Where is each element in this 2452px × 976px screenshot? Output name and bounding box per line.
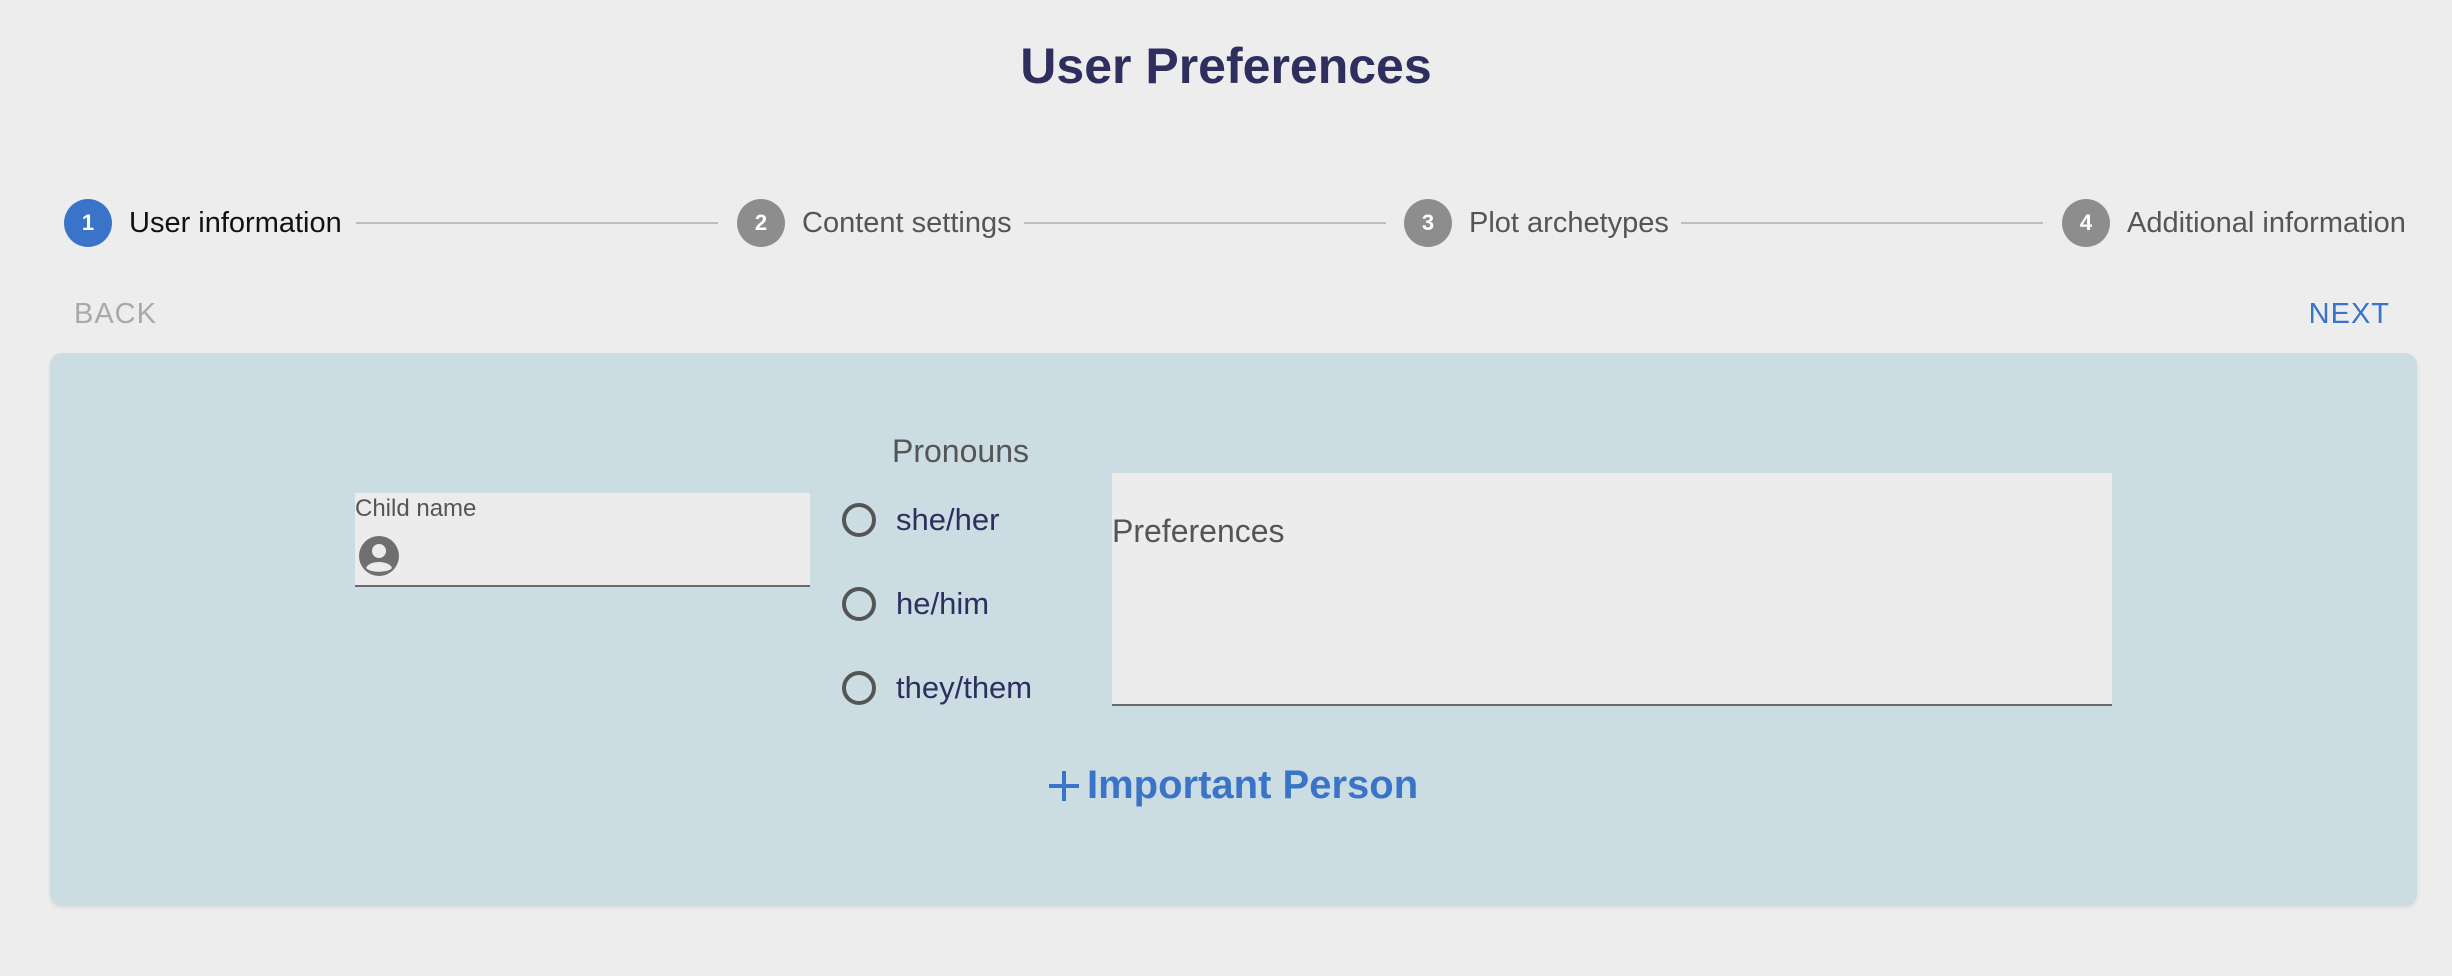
user-preferences-page: User Preferences 1 User information 2 Co…: [0, 0, 2452, 976]
step-number-badge: 2: [737, 199, 785, 247]
step-number-badge: 3: [1404, 199, 1452, 247]
pronoun-option-he-him[interactable]: he/him: [842, 579, 989, 629]
pronoun-option-they-them[interactable]: they/them: [842, 663, 1032, 713]
pronouns-label: Pronouns: [892, 433, 1029, 469]
step-connector: [1024, 222, 1386, 224]
page-title: User Preferences: [1020, 38, 1432, 94]
next-button[interactable]: NEXT: [2299, 292, 2400, 337]
account-circle-icon: [358, 535, 400, 577]
add-important-person-label: Important Person: [1087, 763, 1419, 807]
preferences-field[interactable]: [1112, 473, 2112, 706]
step-number-badge: 4: [2062, 199, 2110, 247]
step-content-settings[interactable]: 2 Content settings: [737, 198, 1012, 248]
radio-unchecked-icon[interactable]: [842, 671, 876, 705]
radio-unchecked-icon[interactable]: [842, 587, 876, 621]
step-label: Plot archetypes: [1469, 206, 1669, 239]
stepper: 1 User information 2 Content settings 3 …: [64, 198, 2406, 248]
preferences-textarea[interactable]: [1112, 473, 2112, 704]
back-button[interactable]: BACK: [64, 292, 167, 337]
pronoun-option-label: she/her: [896, 502, 1000, 537]
step-number-badge: 1: [64, 199, 112, 247]
step-label: Additional information: [2127, 206, 2406, 239]
user-information-panel: Child name Pronouns she/her he/him they/…: [50, 353, 2417, 906]
plus-icon: [1049, 770, 1079, 801]
step-connector: [356, 222, 718, 224]
child-name-label: Child name: [355, 495, 477, 522]
step-user-information[interactable]: 1 User information: [64, 198, 342, 248]
pronoun-option-label: he/him: [896, 586, 990, 621]
step-connector: [1681, 222, 2043, 224]
step-plot-archetypes[interactable]: 3 Plot archetypes: [1404, 198, 1669, 248]
child-name-field[interactable]: Child name: [355, 493, 810, 587]
pronoun-option-she-her[interactable]: she/her: [842, 495, 999, 545]
step-label: User information: [129, 206, 342, 239]
step-label: Content settings: [802, 206, 1012, 239]
add-important-person-button[interactable]: Important Person: [1047, 763, 1418, 808]
child-name-input[interactable]: [411, 537, 795, 577]
radio-unchecked-icon[interactable]: [842, 503, 876, 537]
pronoun-option-label: they/them: [896, 670, 1033, 705]
step-additional-information[interactable]: 4 Additional information: [2062, 198, 2406, 248]
